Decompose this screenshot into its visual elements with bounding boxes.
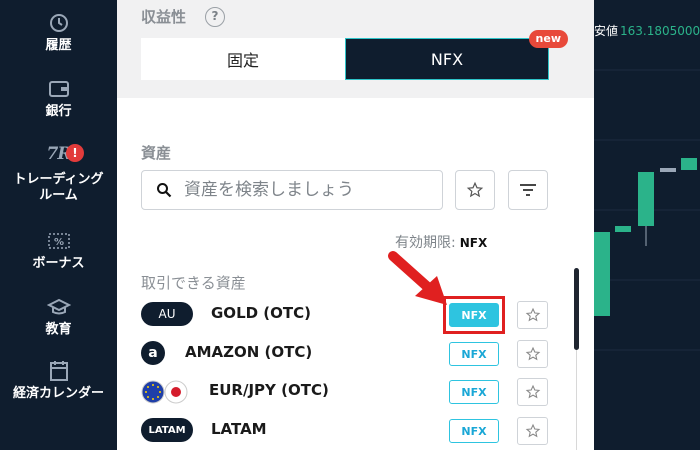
candle — [681, 158, 697, 170]
sidebar-item-label: 履歴 — [45, 38, 72, 53]
expiry-label: 有効期限: — [395, 235, 456, 251]
candle — [660, 168, 676, 172]
svg-text:%: % — [53, 237, 63, 248]
sidebar-item-label: 経済カレンダー — [12, 386, 104, 401]
sidebar-item-trading-room[interactable]: 7R ! トレーディング ルーム — [0, 144, 117, 204]
nfx-tag[interactable]: NFX — [449, 380, 499, 404]
scroll-track — [576, 350, 577, 450]
star-icon — [525, 346, 540, 361]
favorites-filter-button[interactable] — [455, 170, 495, 210]
candlesticks — [594, 69, 700, 351]
favorite-button[interactable] — [517, 417, 548, 445]
sidebar-item-label: 銀行 — [45, 104, 72, 119]
left-sidebar: 履歴 銀行 7R ! トレーディング ルーム % ボーナス 教育 経済カレンダー — [0, 0, 117, 450]
asset-row-eurjpy[interactable]: EUR/JPY (OTC) NFX — [117, 375, 577, 409]
sidebar-item-bank[interactable]: 銀行 — [0, 78, 117, 120]
new-badge: new — [528, 30, 568, 48]
expiry-info: 有効期限: NFX — [395, 232, 487, 252]
nfx-tag[interactable]: NFX — [449, 419, 499, 443]
sort-filter-button[interactable] — [508, 170, 548, 210]
sidebar-item-history[interactable]: 履歴 — [0, 12, 117, 54]
tradable-assets-title: 取引できる資産 — [141, 274, 246, 292]
graduation-cap-icon — [46, 296, 71, 318]
amazon-logo-icon: a — [141, 341, 165, 365]
asset-name: AMAZON (OTC) — [185, 343, 313, 361]
sidebar-item-label: 教育 — [45, 322, 72, 337]
star-icon — [525, 384, 540, 399]
asset-badge: LATAM — [141, 418, 193, 442]
favorite-button[interactable] — [517, 340, 548, 368]
profitability-title: 収益性 — [141, 8, 187, 26]
filter-icon — [520, 184, 536, 196]
bonus-percent-icon: % — [47, 230, 71, 252]
tab-nfx[interactable]: NFX new — [345, 30, 568, 80]
star-icon — [525, 307, 540, 322]
asset-name: LATAM — [211, 420, 267, 438]
candle — [615, 226, 631, 232]
asset-row-gold[interactable]: AU GOLD (OTC) NFX — [117, 298, 577, 332]
asset-badge: AU — [141, 302, 193, 326]
expiry-value: NFX — [459, 236, 488, 250]
tab-fixed-label: 固定 — [226, 51, 259, 70]
eur-jpy-flags-icon — [141, 380, 188, 404]
price-chart[interactable]: 安値 163.1805000 — [594, 0, 700, 450]
favorite-button[interactable] — [517, 301, 548, 329]
sidebar-item-bonus[interactable]: % ボーナス — [0, 230, 117, 272]
nfx-tag[interactable]: NFX — [449, 342, 499, 366]
sidebar-item-education[interactable]: 教育 — [0, 296, 117, 338]
favorite-button[interactable] — [517, 378, 548, 406]
red-arrow-icon — [388, 251, 447, 305]
asset-row-amazon[interactable]: a AMAZON (OTC) NFX — [117, 337, 577, 371]
sidebar-item-economic-calendar[interactable]: 経済カレンダー — [0, 360, 117, 402]
asset-name: EUR/JPY (OTC) — [209, 381, 329, 399]
asset-row-latam[interactable]: LATAM LATAM NFX — [117, 414, 577, 448]
calendar-icon — [47, 360, 71, 382]
history-icon — [47, 12, 71, 34]
star-icon — [466, 181, 484, 198]
assets-title: 資産 — [141, 144, 172, 162]
search-input[interactable] — [184, 180, 424, 200]
star-icon — [525, 423, 540, 438]
search-icon — [157, 183, 172, 198]
candle — [594, 232, 610, 316]
candle — [638, 172, 654, 226]
sidebar-item-label: トレーディング ルーム — [13, 172, 104, 203]
wallet-icon — [47, 78, 71, 100]
asset-name: GOLD (OTC) — [211, 304, 311, 322]
tab-nfx-label: NFX — [430, 49, 464, 69]
alert-badge: ! — [66, 144, 84, 162]
scrollbar-thumb[interactable] — [574, 268, 579, 350]
asset-search-box[interactable] — [141, 170, 443, 210]
asset-selection-panel: 収益性 ? 固定 NFX new 資産 有効期限:NFX 取引できる資産 AU … — [117, 0, 594, 450]
sidebar-item-label: ボーナス — [32, 256, 85, 271]
help-icon[interactable]: ? — [205, 7, 225, 27]
tab-fixed[interactable]: 固定 — [141, 38, 345, 80]
